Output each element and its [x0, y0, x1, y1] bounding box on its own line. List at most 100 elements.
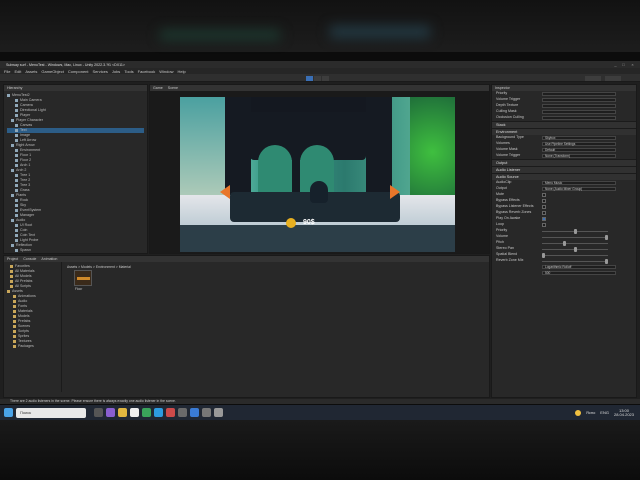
menu-edit[interactable]: Edit	[14, 69, 21, 74]
folder-label: Prefabs	[18, 319, 31, 323]
slider-track[interactable]	[542, 241, 608, 246]
app-icon-4[interactable]	[202, 408, 211, 417]
hierarchy-item-label: Tree 2	[20, 178, 31, 182]
pause-button[interactable]	[314, 76, 321, 81]
start-icon[interactable]	[4, 408, 13, 417]
min-distance-field[interactable]: 500	[542, 271, 616, 275]
tab-project[interactable]: Project	[7, 257, 18, 261]
environment-section-header[interactable]: Environment	[492, 128, 636, 135]
coin-counter: 90$	[303, 219, 315, 226]
app-icon[interactable]	[166, 408, 175, 417]
edge-icon[interactable]	[154, 408, 163, 417]
tab-console[interactable]: Console	[23, 257, 36, 261]
hierarchy-item-label: Spawn	[20, 248, 31, 252]
gameobject-icon	[11, 118, 14, 122]
output-section-header[interactable]: Output	[492, 159, 636, 166]
field-value[interactable]: Use Pipeline Settings	[542, 142, 616, 146]
slider-track[interactable]	[542, 253, 608, 258]
hierarchy-item-label: Grass	[20, 188, 30, 192]
field-value-text: Skybox	[545, 136, 556, 140]
folder-icon	[13, 334, 16, 338]
field-value-text: Menu Music	[545, 181, 563, 185]
gameobject-icon	[15, 173, 18, 177]
gameobject-icon	[15, 103, 18, 107]
project-breadcrumb[interactable]: Assets > Models > Environment > Material	[67, 265, 131, 269]
minimize-button[interactable]: _	[612, 62, 619, 67]
audio-listener-header[interactable]: Audio Listener	[492, 166, 636, 173]
app-icon-3[interactable]	[190, 408, 199, 417]
menu-facebook[interactable]: Facebook	[138, 69, 156, 74]
checkbox[interactable]	[542, 223, 546, 227]
tab-game[interactable]: Game	[153, 86, 163, 90]
checkbox[interactable]	[542, 205, 546, 209]
menu-window[interactable]: Window	[159, 69, 173, 74]
project-folder[interactable]: Packages	[7, 344, 58, 349]
field-value[interactable]	[542, 116, 616, 120]
game-viewport[interactable]: 90$	[180, 97, 455, 252]
app-icon-5[interactable]	[214, 408, 223, 417]
menu-assets[interactable]: Assets	[25, 69, 37, 74]
weather-text[interactable]: Ясно	[586, 410, 595, 415]
field-label: Bypass Effects	[496, 198, 520, 202]
field-value[interactable]	[542, 98, 616, 102]
field-value[interactable]: None (Transform)	[542, 154, 616, 158]
slider-track[interactable]	[542, 229, 608, 234]
menu-component[interactable]: Component	[68, 69, 89, 74]
stack-section-header[interactable]: Stack	[492, 121, 636, 128]
gameobject-icon	[15, 138, 18, 142]
checkbox[interactable]	[542, 193, 546, 197]
visual-studio-icon[interactable]	[106, 408, 115, 417]
maximize-button[interactable]: □	[620, 62, 627, 67]
field-value[interactable]: Default	[542, 148, 616, 152]
menu-help[interactable]: Help	[177, 69, 185, 74]
clock[interactable]: 13:00 28.04.2023	[614, 408, 634, 417]
tab-scene[interactable]: Scene	[168, 86, 178, 90]
field-value[interactable]	[542, 110, 616, 114]
asset-thumbnail[interactable]	[74, 270, 92, 286]
slider-track[interactable]	[542, 235, 608, 240]
hierarchy-tab[interactable]: Hierarchy	[7, 86, 22, 90]
menu-gameobject[interactable]: GameObject	[41, 69, 63, 74]
layout-dropdown[interactable]	[605, 76, 621, 81]
field-value[interactable]	[542, 104, 616, 108]
file-explorer-icon[interactable]	[118, 408, 127, 417]
browser-icon[interactable]	[142, 408, 151, 417]
menu-jobs[interactable]: Jobs	[112, 69, 120, 74]
folder-label: Materials	[18, 309, 33, 313]
gameobject-icon	[15, 98, 18, 102]
checkbox[interactable]	[542, 199, 546, 203]
object-field[interactable]: None (Audio Mixer Group)	[542, 187, 616, 191]
folder-label: All Prefabs	[15, 279, 33, 283]
field-value[interactable]: Skybox	[542, 136, 616, 140]
step-button[interactable]	[322, 76, 329, 81]
checkbox[interactable]	[542, 211, 546, 215]
checkbox[interactable]	[542, 217, 546, 221]
layers-dropdown[interactable]	[585, 76, 601, 81]
right-arrow-button[interactable]	[390, 185, 400, 199]
play-button[interactable]	[306, 76, 313, 81]
inspector-tab[interactable]: Inspector	[495, 86, 510, 90]
gameobject-icon	[15, 163, 18, 167]
menu-file[interactable]: File	[4, 69, 10, 74]
field-value[interactable]	[542, 92, 616, 96]
audio-source-header[interactable]: Audio Source	[492, 173, 636, 180]
tab-animation[interactable]: Animation	[41, 257, 57, 261]
taskbar-search[interactable]: Поиск	[16, 407, 86, 418]
field-label: Background Type	[496, 135, 524, 139]
slider-track[interactable]	[542, 259, 608, 264]
language-indicator[interactable]: ENG	[600, 410, 609, 415]
folder-label: Audio	[18, 299, 28, 303]
menu-tools[interactable]: Tools	[124, 69, 133, 74]
left-arrow-button[interactable]	[220, 185, 230, 199]
rolloff-dropdown[interactable]: Logarithmic Rolloff	[542, 265, 616, 269]
unity-icon[interactable]	[130, 408, 139, 417]
task-view-icon[interactable]	[94, 408, 103, 417]
weather-icon[interactable]	[574, 409, 581, 416]
object-field[interactable]: Menu Music	[542, 181, 616, 185]
menu-services[interactable]: Services	[93, 69, 108, 74]
hierarchy-item[interactable]: Spawn	[7, 248, 144, 253]
field-label: Output	[496, 186, 507, 190]
slider-track[interactable]	[542, 247, 608, 252]
close-button[interactable]: ×	[629, 62, 636, 67]
app-icon-2[interactable]	[178, 408, 187, 417]
